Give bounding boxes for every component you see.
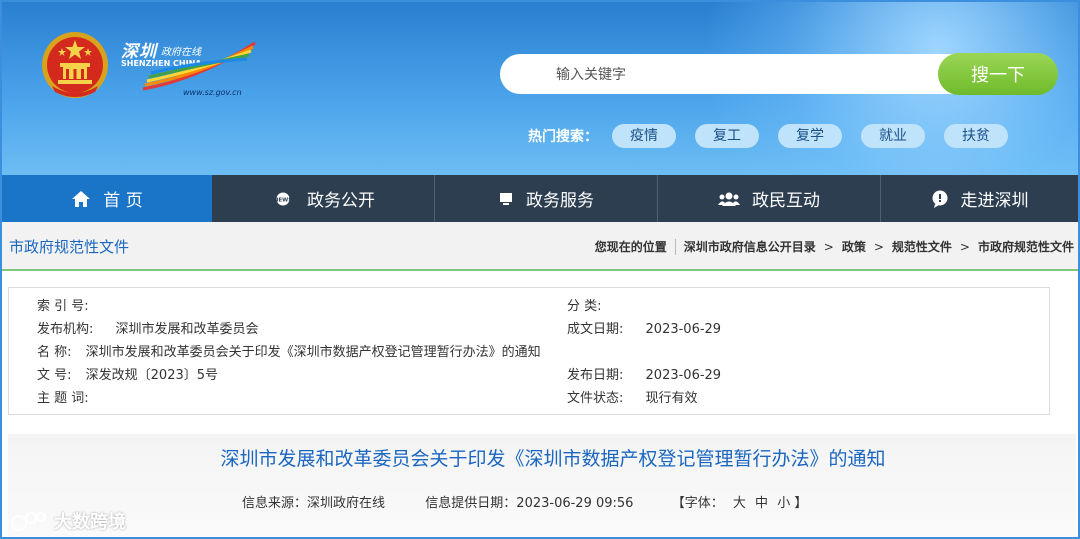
- chat-icon: [931, 190, 949, 208]
- shenzhen-logo[interactable]: 深圳 政府在线 SHENZHEN CHINA www.sz.gov.cn: [119, 37, 259, 99]
- article-header: 深圳市发展和改革委员会关于印发《深圳市数据产权登记管理暂行办法》的通知 信息来源…: [8, 434, 1076, 537]
- font-size-large-button[interactable]: 大: [733, 496, 746, 511]
- svg-text:NEWS: NEWS: [274, 197, 292, 203]
- breadcrumb: 您现在的位置 深圳市政府信息公开目录 > 政策 > 规范性文件 > 市政府规范性…: [595, 238, 1074, 255]
- issuer-value: 深圳市发展和改革委员会: [115, 322, 259, 337]
- rainbow-swoosh-icon: [142, 41, 256, 91]
- search-input[interactable]: [554, 54, 928, 96]
- watermark-logo-icon: [11, 512, 46, 531]
- nav-item-gov-services[interactable]: 政务服务: [435, 175, 658, 222]
- article-date: 信息提供日期：2023-06-29 09:56: [425, 496, 634, 511]
- article-source: 信息来源：深圳政府在线: [242, 496, 386, 511]
- created-label: 成文日期:: [567, 322, 624, 337]
- breadcrumb-arrow-icon: >: [823, 239, 834, 254]
- article-meta: 信息来源：深圳政府在线 信息提供日期：2023-06-29 09:56 【字体：…: [242, 492, 807, 511]
- news-icon: NEWS: [271, 192, 295, 206]
- info-row-category: 分 类:: [567, 298, 602, 316]
- site-header: 深圳 政府在线 SHENZHEN CHINA www.sz.gov.cn 搜一下…: [2, 2, 1078, 175]
- nav-label: 首 页: [103, 191, 143, 211]
- issuer-label: 发布机构:: [37, 322, 94, 337]
- article-title: 深圳市发展和改革委员会关于印发《深圳市数据产权登记管理暂行办法》的通知: [220, 448, 886, 470]
- font-size-close: 】: [794, 496, 808, 511]
- logo-url: www.sz.gov.cn: [183, 88, 242, 97]
- breadcrumb-divider: [674, 238, 676, 255]
- main-nav: 首 页 NEWS 政务公开 政务服务 政民互动 走进深圳: [2, 175, 1078, 222]
- docno-value: 深发改规〔2023〕5号: [85, 368, 219, 383]
- users-icon: [718, 191, 740, 207]
- breadcrumb-bar: 市政府规范性文件 您现在的位置 深圳市政府信息公开目录 > 政策 > 规范性文件…: [2, 222, 1078, 271]
- nav-label: 走进深圳: [960, 191, 1029, 211]
- breadcrumb-item-info-catalog[interactable]: 深圳市政府信息公开目录: [684, 238, 816, 255]
- hot-tag-epidemic[interactable]: 疫情: [612, 124, 676, 148]
- breadcrumb-item-normative-docs[interactable]: 规范性文件: [892, 238, 952, 255]
- index-label: 索 引 号:: [37, 299, 89, 314]
- subject-label: 主 题 词:: [37, 391, 89, 406]
- hot-tag-poverty-relief[interactable]: 扶贫: [944, 124, 1008, 148]
- national-emblem-icon: [42, 32, 108, 98]
- info-row-status: 文件状态: 现行有效: [567, 390, 698, 408]
- section-title: 市政府规范性文件: [9, 238, 130, 256]
- page-frame: 深圳 政府在线 SHENZHEN CHINA www.sz.gov.cn 搜一下…: [0, 0, 1080, 539]
- status-label: 文件状态:: [567, 391, 624, 406]
- info-row-issuer: 发布机构: 深圳市发展和改革委员会: [37, 321, 259, 339]
- breadcrumb-arrow-icon: >: [873, 239, 884, 254]
- nav-label: 政务公开: [307, 191, 375, 211]
- font-size-label: 【字体：: [671, 496, 724, 511]
- info-row-subject: 主 题 词:: [37, 390, 89, 408]
- status-value: 现行有效: [645, 391, 698, 406]
- nav-item-gov-affairs-open[interactable]: NEWS 政务公开: [212, 175, 435, 222]
- hot-tag-employment[interactable]: 就业: [861, 124, 925, 148]
- watermark-text: 大数跨境: [54, 512, 126, 533]
- created-value: 2023-06-29: [645, 322, 722, 337]
- docno-label: 文 号:: [37, 368, 72, 383]
- name-value: 深圳市发展和改革委员会关于印发《深圳市数据产权登记管理暂行办法》的通知: [85, 345, 541, 360]
- breadcrumb-arrow-icon: >: [959, 239, 970, 254]
- location-label: 您现在的位置: [594, 240, 667, 254]
- search-box: 搜一下: [500, 53, 1058, 96]
- info-row-created: 成文日期: 2023-06-29: [567, 321, 721, 339]
- hot-tag-resume-school[interactable]: 复学: [778, 124, 842, 148]
- nav-label: 政务服务: [526, 191, 594, 211]
- breadcrumb-item-policy[interactable]: 政策: [842, 238, 866, 255]
- info-row-name: 名 称: 深圳市发展和改革委员会关于印发《深圳市数据产权登记管理暂行办法》的通知: [37, 344, 541, 362]
- search-button[interactable]: 搜一下: [938, 53, 1058, 95]
- nav-item-about-shenzhen[interactable]: 走进深圳: [881, 175, 1078, 222]
- hot-tag-resume-work[interactable]: 复工: [695, 124, 759, 148]
- nav-item-home[interactable]: 首 页: [2, 175, 212, 222]
- hot-search-bar: 热门搜索： 疫情 复工 复学 就业 扶贫: [528, 123, 1027, 149]
- font-size-small-button[interactable]: 小: [777, 496, 790, 511]
- monitor-icon: [498, 191, 514, 207]
- name-label: 名 称:: [37, 345, 72, 360]
- hot-search-label: 热门搜索：: [528, 129, 598, 145]
- info-row-published: 发布日期: 2023-06-29: [567, 367, 721, 385]
- nav-label: 政民互动: [752, 191, 820, 211]
- published-label: 发布日期:: [567, 368, 624, 383]
- document-info-box: 索 引 号: 分 类: 发布机构: 深圳市发展和改革委员会 成文日期: 2023…: [8, 287, 1050, 415]
- nav-item-citizen-interaction[interactable]: 政民互动: [658, 175, 881, 222]
- published-value: 2023-06-29: [645, 368, 722, 383]
- info-row-docno: 文 号: 深发改规〔2023〕5号: [37, 367, 218, 385]
- breadcrumb-item-city-normative-docs[interactable]: 市政府规范性文件: [978, 238, 1074, 255]
- font-size-medium-button[interactable]: 中: [755, 496, 768, 511]
- watermark: 大数跨境: [10, 508, 126, 534]
- info-row-index: 索 引 号:: [37, 298, 89, 316]
- category-label: 分 类:: [567, 299, 602, 314]
- home-icon: [71, 190, 91, 208]
